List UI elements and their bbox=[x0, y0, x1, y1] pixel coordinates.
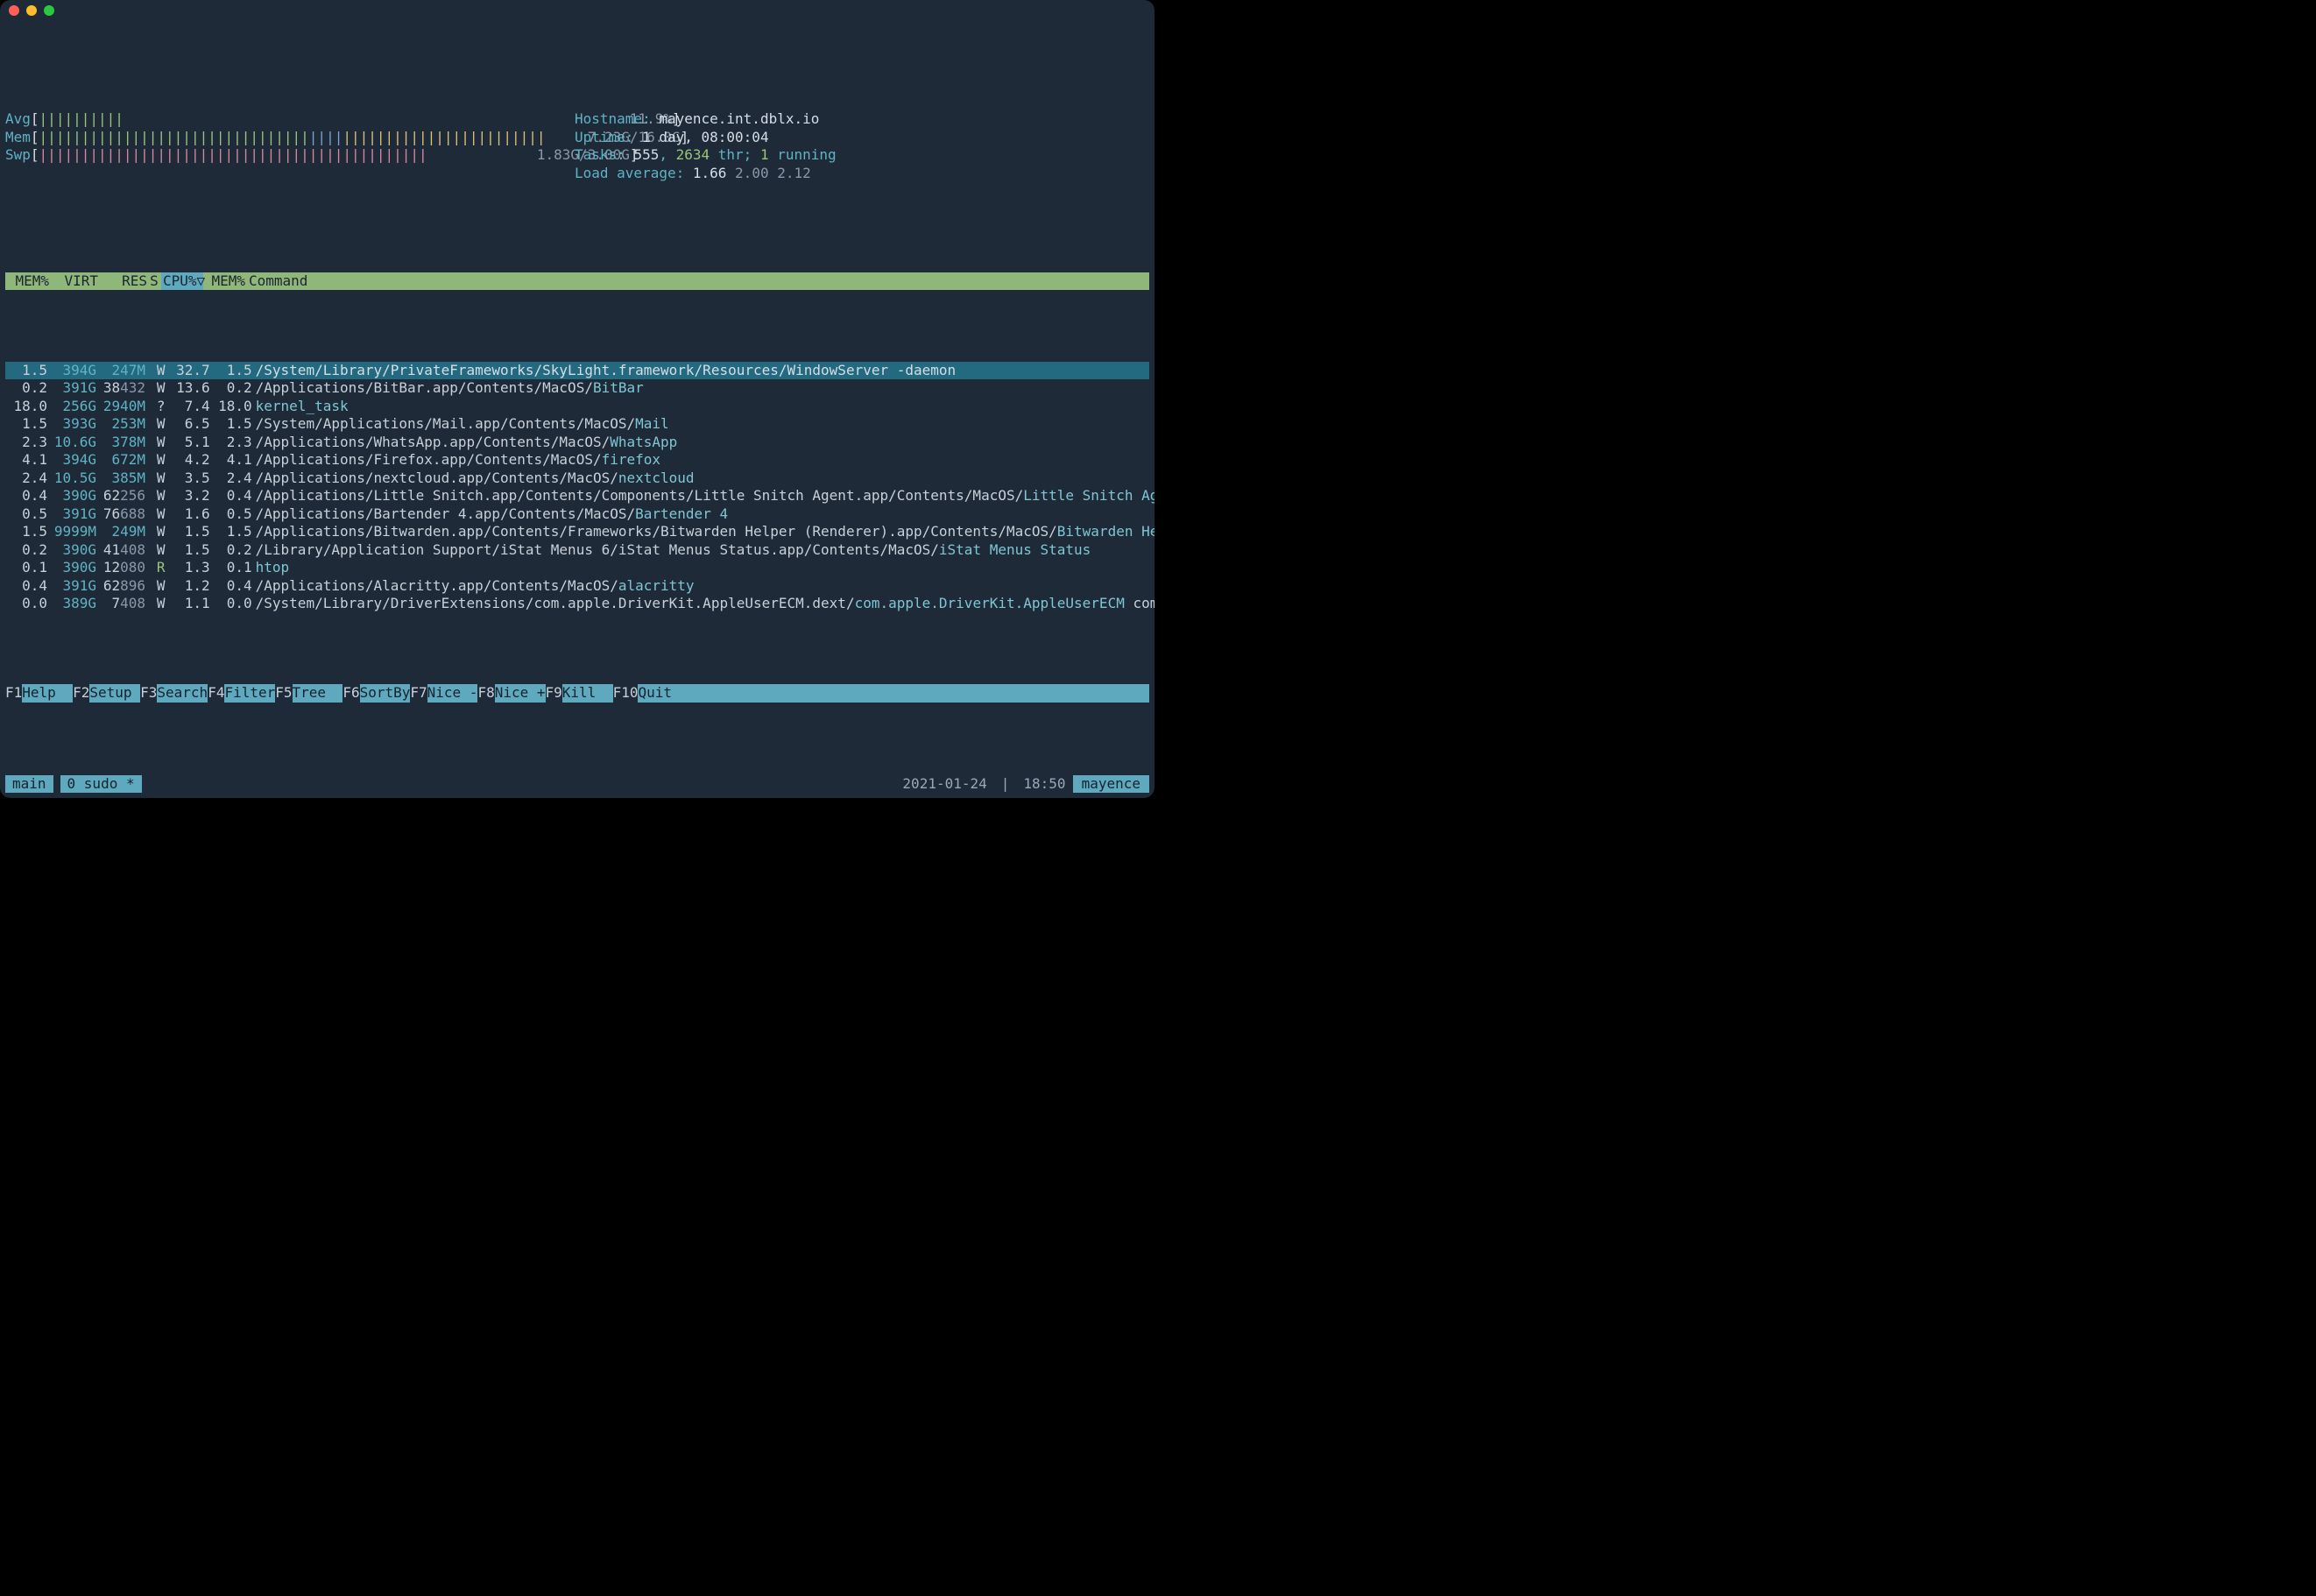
hostname-value: mayence.int.dblx.io bbox=[659, 110, 819, 127]
col-cpu[interactable]: CPU%▽ bbox=[161, 272, 203, 290]
avg-label: Avg bbox=[5, 110, 31, 127]
fkey-label[interactable]: Setup bbox=[89, 684, 140, 702]
load1: 1.66 bbox=[693, 165, 727, 181]
fkey-label[interactable]: Filter bbox=[224, 684, 275, 702]
tmux-window[interactable]: 0 sudo * bbox=[60, 775, 142, 793]
fkey-F10[interactable]: F10 bbox=[613, 684, 639, 702]
terminal-window: Avg[|||||||||| 11.9%] Mem[||||||||||||||… bbox=[0, 0, 1154, 798]
col-virt[interactable]: VIRT bbox=[49, 272, 98, 290]
process-table-header[interactable]: MEM%VIRTRES SCPU%▽MEM%Command bbox=[5, 272, 1149, 290]
maximize-icon[interactable] bbox=[44, 5, 54, 16]
col-res[interactable]: RES bbox=[98, 272, 147, 290]
terminal-body[interactable]: Avg[|||||||||| 11.9%] Mem[||||||||||||||… bbox=[0, 21, 1154, 798]
loadavg-label: Load average: bbox=[575, 165, 684, 181]
swp-label: Swp bbox=[5, 146, 31, 163]
process-row[interactable]: 4.1394G672M W4.24.1/Applications/Firefox… bbox=[5, 451, 1149, 469]
fkey-label[interactable]: Search bbox=[157, 684, 208, 702]
tasks-thr: 2634 bbox=[676, 146, 710, 163]
close-icon[interactable] bbox=[9, 5, 19, 16]
process-row[interactable]: 0.5391G76688 W1.60.5/Applications/Barten… bbox=[5, 505, 1149, 523]
fkey-label[interactable]: Nice + bbox=[495, 684, 546, 702]
status-host: mayence bbox=[1073, 775, 1149, 793]
fkey-F4[interactable]: F4 bbox=[208, 684, 224, 702]
hostname-label: Hostname: bbox=[575, 110, 651, 127]
process-row[interactable]: 1.5394G247M W32.71.5/System/Library/Priv… bbox=[5, 362, 1149, 379]
tmux-statusbar: main 0 sudo * 2021-01-24 | 18:50 mayence bbox=[5, 775, 1149, 793]
fkey-label[interactable]: Quit bbox=[638, 684, 688, 702]
status-time: 18:50 bbox=[1016, 775, 1072, 793]
process-row[interactable]: 0.2390G41408 W1.50.2/Library/Application… bbox=[5, 541, 1149, 559]
process-row[interactable]: 2.310.6G378M W5.12.3/Applications/WhatsA… bbox=[5, 434, 1149, 451]
process-row[interactable]: 0.4391G62896 W1.20.4/Applications/Alacri… bbox=[5, 577, 1149, 595]
process-row[interactable]: 1.59999M249M W1.51.5/Applications/Bitwar… bbox=[5, 523, 1149, 540]
fkey-F8[interactable]: F8 bbox=[477, 684, 494, 702]
process-row[interactable]: 2.410.5G385M W3.52.4/Applications/nextcl… bbox=[5, 470, 1149, 487]
minimize-icon[interactable] bbox=[26, 5, 37, 16]
htop-fkeys: F1Help F2Setup F3SearchF4FilterF5Tree F6… bbox=[5, 684, 1149, 702]
status-date: 2021-01-24 bbox=[895, 775, 993, 793]
fkey-label[interactable]: SortBy bbox=[360, 684, 411, 702]
fkey-F5[interactable]: F5 bbox=[275, 684, 292, 702]
mem-label: Mem bbox=[5, 129, 31, 145]
fkey-label[interactable]: Tree bbox=[293, 684, 343, 702]
process-row[interactable]: 0.1390G12080 R1.30.1htop bbox=[5, 559, 1149, 576]
fkey-F7[interactable]: F7 bbox=[410, 684, 427, 702]
load15: 2.12 bbox=[777, 165, 811, 181]
process-table[interactable]: 1.5394G247M W32.71.5/System/Library/Priv… bbox=[5, 362, 1149, 613]
fkey-F3[interactable]: F3 bbox=[140, 684, 157, 702]
process-row[interactable]: 18.0256G2940M ?7.418.0kernel_task bbox=[5, 398, 1149, 415]
htop-header: Avg[|||||||||| 11.9%] Mem[||||||||||||||… bbox=[5, 93, 1149, 201]
col-mem2[interactable]: MEM% bbox=[203, 272, 245, 290]
process-row[interactable]: 1.5393G253M W6.51.5/System/Applications/… bbox=[5, 415, 1149, 433]
col-command[interactable]: Command bbox=[245, 272, 307, 290]
fkey-F6[interactable]: F6 bbox=[342, 684, 359, 702]
tasks-label: Tasks: bbox=[575, 146, 625, 163]
sysinfo-right: Hostname: mayence.int.dblx.io Uptime: 1 … bbox=[575, 93, 1154, 201]
process-row[interactable]: 0.0389G7408 W1.10.0/System/Library/Drive… bbox=[5, 595, 1149, 612]
titlebar bbox=[0, 0, 1154, 21]
process-row[interactable]: 0.2391G38432 W13.60.2/Applications/BitBa… bbox=[5, 379, 1149, 397]
fkey-label[interactable]: Help bbox=[22, 684, 73, 702]
fkey-F1[interactable]: F1 bbox=[5, 684, 22, 702]
fkey-F9[interactable]: F9 bbox=[546, 684, 562, 702]
fkey-label[interactable]: Kill bbox=[562, 684, 613, 702]
load5: 2.00 bbox=[735, 165, 769, 181]
col-mem[interactable]: MEM% bbox=[7, 272, 49, 290]
uptime-value: 1 day, 08:00:04 bbox=[642, 129, 769, 145]
tasks-total: 555 bbox=[633, 146, 659, 163]
tmux-session[interactable]: main bbox=[5, 775, 53, 793]
fkey-F2[interactable]: F2 bbox=[73, 684, 89, 702]
fkey-label[interactable]: Nice - bbox=[427, 684, 478, 702]
process-row[interactable]: 0.4390G62256 W3.20.4/Applications/Little… bbox=[5, 487, 1149, 505]
col-s[interactable]: S bbox=[147, 272, 161, 290]
meters-left: Avg[|||||||||| 11.9%] Mem[||||||||||||||… bbox=[5, 93, 575, 201]
uptime-label: Uptime: bbox=[575, 129, 633, 145]
tasks-running: 1 bbox=[760, 146, 769, 163]
